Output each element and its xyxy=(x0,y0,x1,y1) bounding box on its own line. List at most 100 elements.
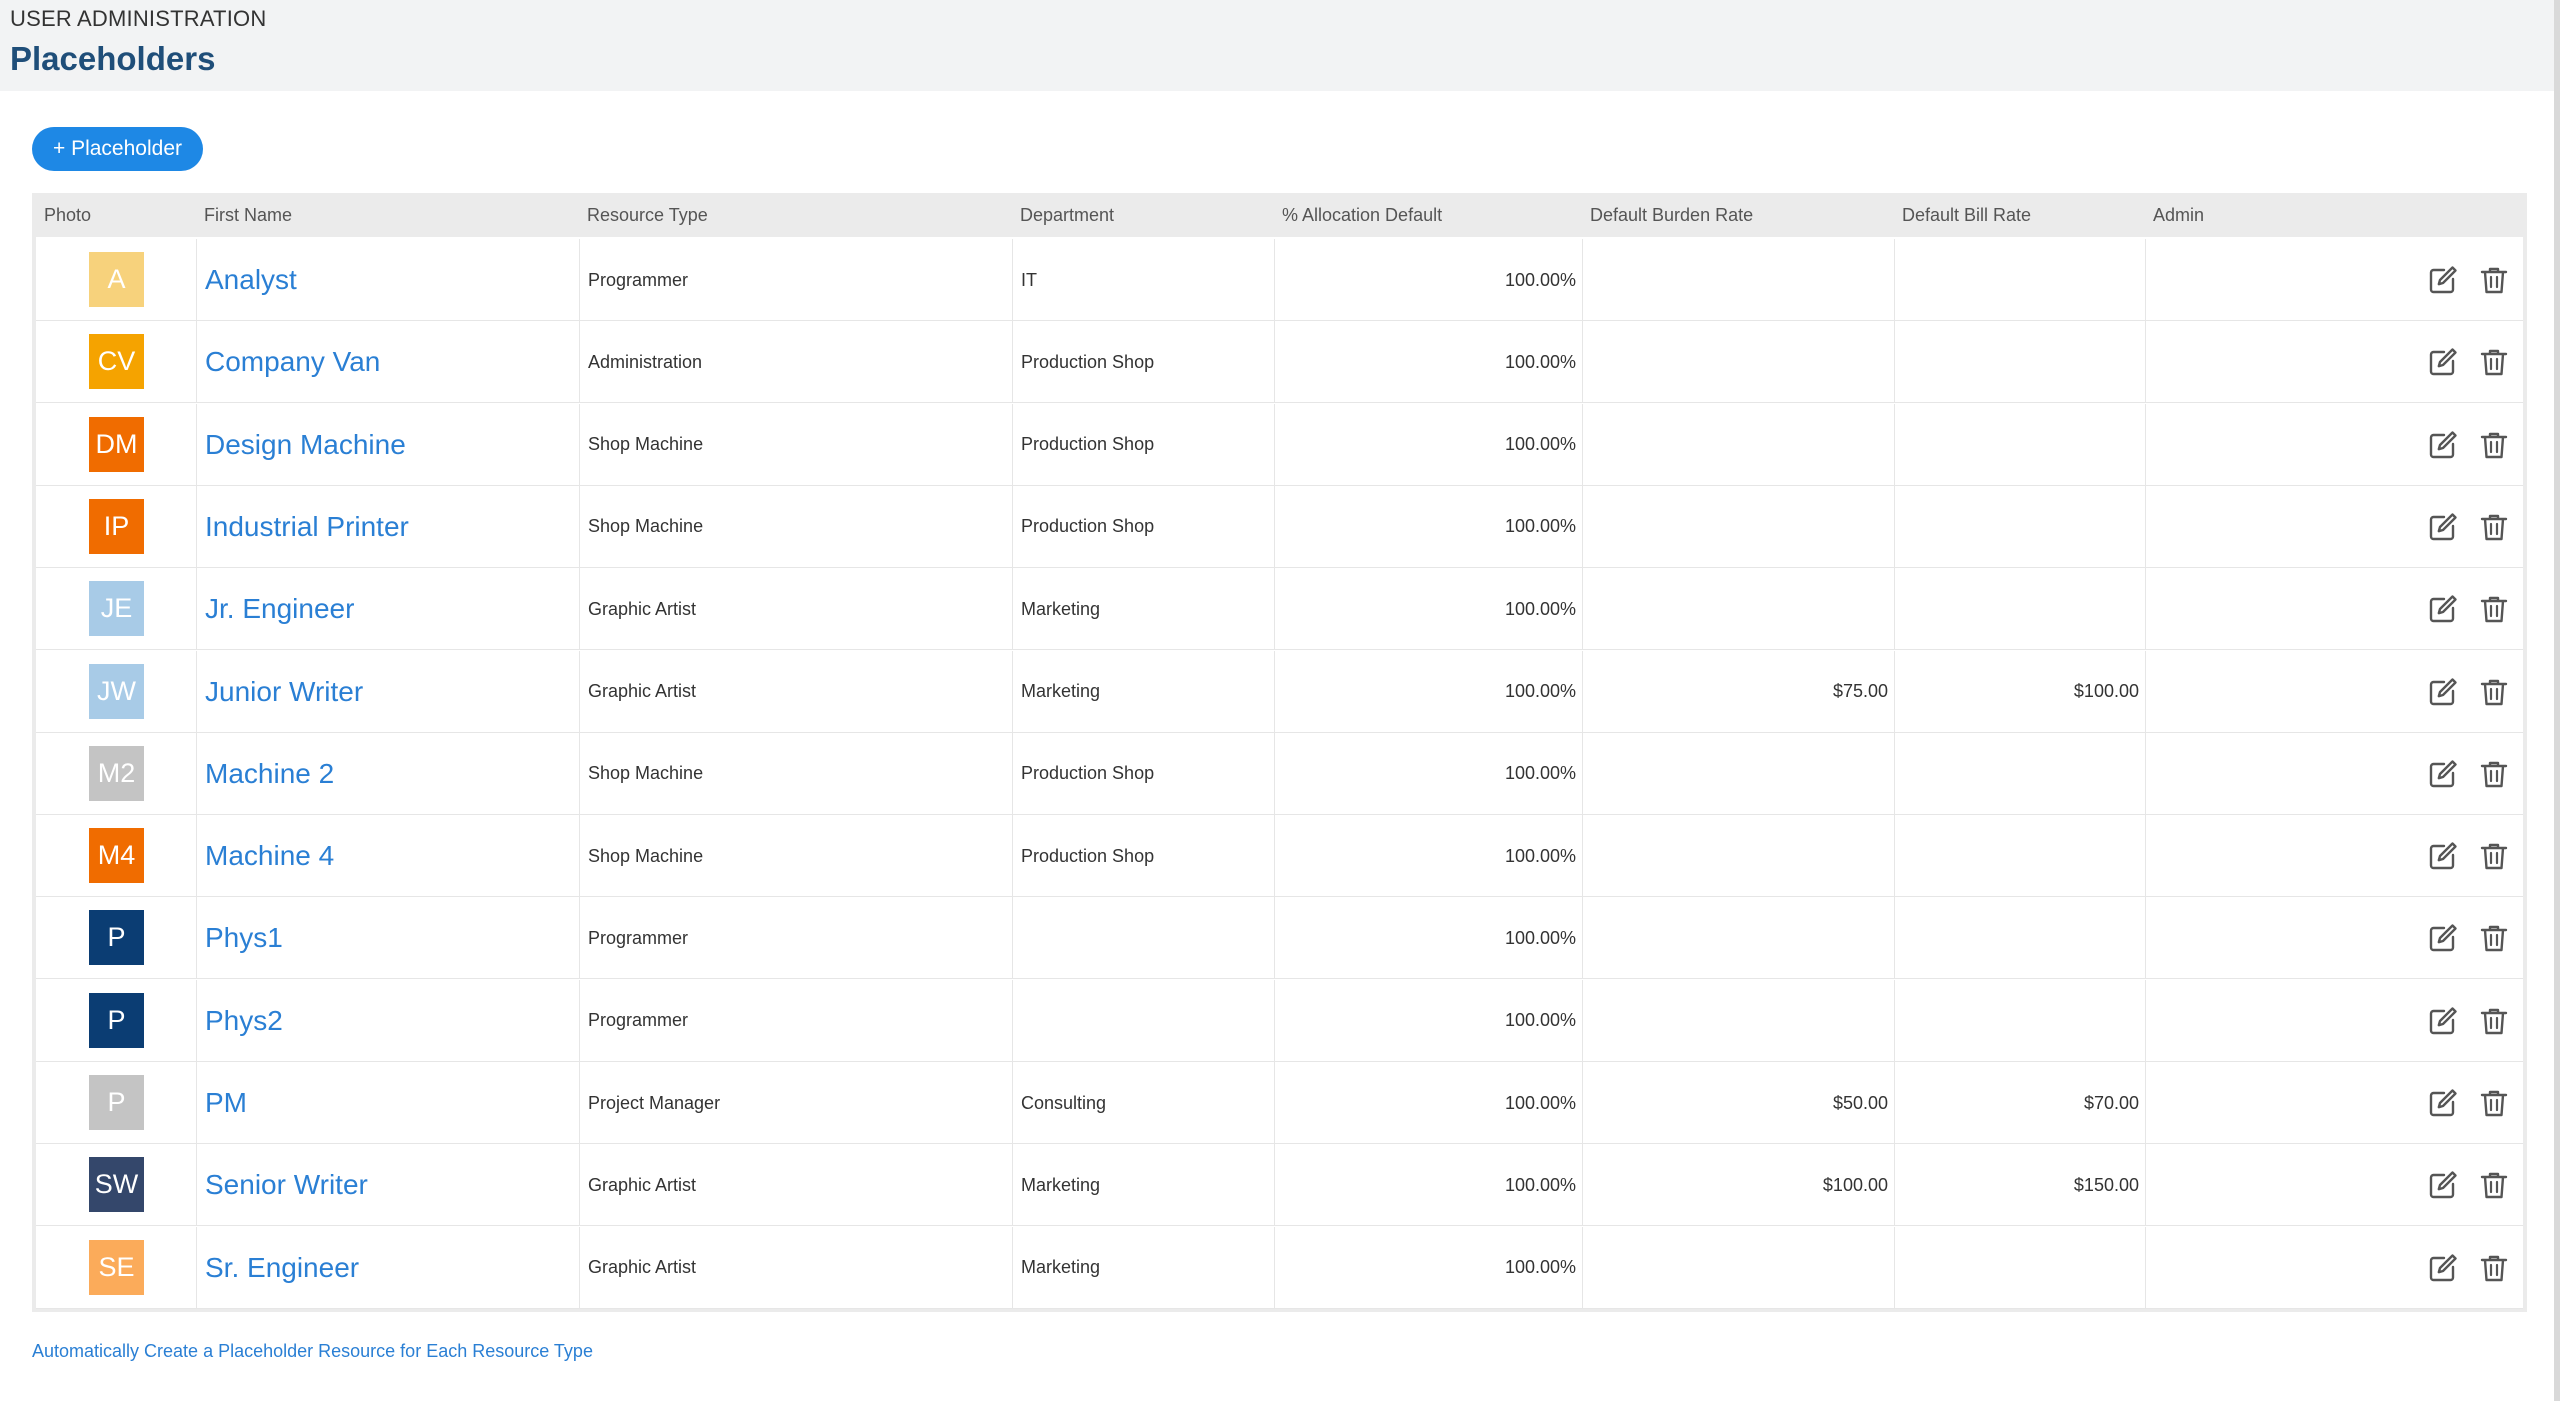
department-cell: Production Shop xyxy=(1021,434,1155,455)
avatar: A xyxy=(89,252,144,307)
bill-rate-cell xyxy=(1894,404,2139,486)
delete-button[interactable] xyxy=(2477,921,2511,955)
edit-button[interactable] xyxy=(2426,839,2460,873)
allocation-cell: 100.00% xyxy=(1504,845,1576,866)
table-row: P PM Project Manager Consulting 100.00% … xyxy=(36,1062,2523,1144)
edit-button[interactable] xyxy=(2426,510,2460,544)
column-divider xyxy=(2145,979,2146,1062)
department-cell: Production Shop xyxy=(1021,351,1155,372)
placeholder-name-link[interactable]: Junior Writer xyxy=(205,651,363,733)
burden-rate-cell xyxy=(1582,568,1888,650)
placeholder-name-link[interactable]: Industrial Printer xyxy=(205,486,409,568)
add-placeholder-button[interactable]: + Placeholder xyxy=(32,127,203,171)
allocation-cell: 100.00% xyxy=(1504,1174,1576,1195)
delete-button[interactable] xyxy=(2477,263,2511,297)
delete-button[interactable] xyxy=(2477,510,2511,544)
edit-button[interactable] xyxy=(2426,1004,2460,1038)
column-header-photo[interactable]: Photo xyxy=(44,193,91,237)
edit-button[interactable] xyxy=(2426,675,2460,709)
allocation-cell: 100.00% xyxy=(1504,681,1576,701)
delete-button[interactable] xyxy=(2477,1168,2511,1202)
edit-button[interactable] xyxy=(2426,428,2460,462)
delete-button[interactable] xyxy=(2477,1251,2511,1285)
burden-rate-cell xyxy=(1582,897,1888,979)
avatar: P xyxy=(89,992,144,1048)
column-divider xyxy=(1012,815,1013,898)
column-divider xyxy=(2145,321,2146,404)
delete-button[interactable] xyxy=(2477,839,2511,873)
department-cell: IT xyxy=(1021,269,1037,290)
column-divider xyxy=(579,979,580,1062)
edit-button[interactable] xyxy=(2426,1086,2460,1120)
column-header-burden-rate[interactable]: Default Burden Rate xyxy=(1590,193,1753,237)
burden-rate-cell xyxy=(1582,815,1888,897)
delete-button[interactable] xyxy=(2477,1086,2511,1120)
edit-icon xyxy=(2429,677,2457,705)
column-divider xyxy=(579,1226,580,1309)
column-divider xyxy=(2145,650,2146,733)
column-divider xyxy=(2145,1226,2146,1309)
edit-button[interactable] xyxy=(2426,1168,2460,1202)
column-divider xyxy=(579,650,580,733)
delete-button[interactable] xyxy=(2477,1004,2511,1038)
column-divider xyxy=(579,1144,580,1227)
auto-create-placeholders-link[interactable]: Automatically Create a Placeholder Resou… xyxy=(32,1341,593,1362)
delete-button[interactable] xyxy=(2477,757,2511,791)
delete-button[interactable] xyxy=(2477,675,2511,709)
column-header-allocation[interactable]: % Allocation Default xyxy=(1282,193,1442,237)
placeholder-name-link[interactable]: Phys1 xyxy=(205,897,283,979)
avatar: DM xyxy=(89,416,144,472)
trash-icon xyxy=(2480,514,2508,541)
edit-button[interactable] xyxy=(2426,345,2460,379)
department-cell: Marketing xyxy=(1021,1174,1101,1195)
placeholder-name-link[interactable]: Machine 4 xyxy=(205,815,334,897)
page-scrollbar[interactable] xyxy=(2554,0,2560,1401)
placeholder-name-link[interactable]: Senior Writer xyxy=(205,1144,368,1226)
column-divider xyxy=(2145,403,2146,486)
column-header-resource-type[interactable]: Resource Type xyxy=(587,193,708,237)
edit-button[interactable] xyxy=(2426,263,2460,297)
allocation-cell: 100.00% xyxy=(1504,434,1576,455)
department-cell: Marketing xyxy=(1021,681,1101,701)
placeholder-name-link[interactable]: Sr. Engineer xyxy=(205,1227,359,1309)
edit-button[interactable] xyxy=(2426,921,2460,955)
placeholder-name-link[interactable]: PM xyxy=(205,1062,247,1144)
placeholder-name-link[interactable]: Analyst xyxy=(205,239,297,321)
delete-button[interactable] xyxy=(2477,345,2511,379)
resource-type-cell: Graphic Artist xyxy=(588,1257,697,1278)
column-header-admin[interactable]: Admin xyxy=(2153,193,2204,237)
column-header-department[interactable]: Department xyxy=(1020,193,1114,237)
delete-button[interactable] xyxy=(2477,592,2511,626)
resource-type-cell: Administration xyxy=(588,351,703,372)
column-header-bill-rate[interactable]: Default Bill Rate xyxy=(1902,193,2031,237)
allocation-cell: 100.00% xyxy=(1504,1257,1576,1278)
column-divider xyxy=(196,1062,197,1144)
trash-icon xyxy=(2480,432,2508,458)
column-header-first-name[interactable]: First Name xyxy=(204,193,292,237)
trash-icon xyxy=(2480,1090,2508,1117)
allocation-cell: 100.00% xyxy=(1504,1092,1576,1113)
resource-type-cell: Programmer xyxy=(588,927,689,948)
placeholder-name-link[interactable]: Machine 2 xyxy=(205,733,334,815)
trash-icon xyxy=(2480,761,2508,787)
resource-type-cell: Shop Machine xyxy=(588,845,704,866)
bill-rate-cell: $150.00 xyxy=(2073,1174,2139,1195)
edit-icon xyxy=(2429,1089,2457,1117)
edit-button[interactable] xyxy=(2426,757,2460,791)
placeholder-name-link[interactable]: Jr. Engineer xyxy=(205,568,354,650)
placeholder-name-link[interactable]: Phys2 xyxy=(205,980,283,1062)
column-divider xyxy=(196,979,197,1062)
column-divider xyxy=(579,1062,580,1144)
delete-button[interactable] xyxy=(2477,428,2511,462)
column-divider xyxy=(196,897,197,980)
column-divider xyxy=(1012,568,1013,651)
edit-button[interactable] xyxy=(2426,592,2460,626)
edit-button[interactable] xyxy=(2426,1251,2460,1285)
placeholder-name-link[interactable]: Company Van xyxy=(205,321,380,403)
bill-rate-cell xyxy=(1894,733,2139,815)
burden-rate-cell xyxy=(1582,486,1888,568)
column-divider xyxy=(1012,239,1013,321)
department-cell: Production Shop xyxy=(1021,845,1155,866)
burden-rate-cell: $50.00 xyxy=(1832,1092,1888,1113)
placeholder-name-link[interactable]: Design Machine xyxy=(205,404,406,486)
